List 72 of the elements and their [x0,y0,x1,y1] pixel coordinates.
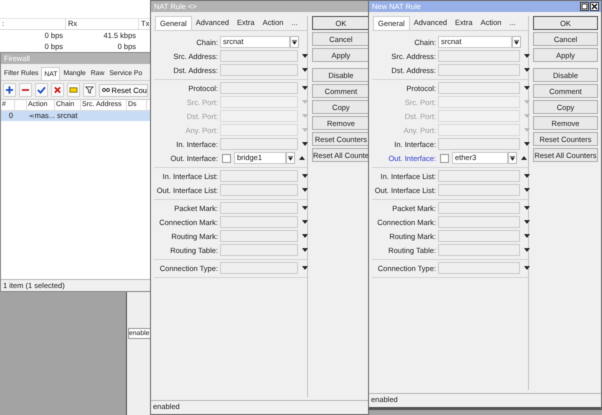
dropdown-arrow-icon[interactable] [302,54,308,58]
up-triangle-icon[interactable] [521,156,527,160]
dropdown-arrow-icon[interactable] [302,188,308,192]
input-field[interactable] [220,64,298,76]
dropdown-arrow-icon[interactable] [302,266,308,270]
filter-icon[interactable] [82,83,96,97]
caret-icon [292,40,297,44]
input-field[interactable] [220,96,298,108]
input-field[interactable] [438,216,520,228]
dropdown-arrow-icon[interactable] [302,206,308,210]
dropdown-arrow-icon[interactable] [302,234,308,238]
input-field[interactable] [438,184,520,196]
input-field[interactable] [438,202,520,214]
input-field[interactable] [220,184,298,196]
dropdown-button[interactable] [290,36,299,48]
counter-icon [102,88,110,92]
input-field[interactable] [220,170,298,182]
dropdown-arrow-icon[interactable] [524,266,530,270]
dropdown-arrow-icon[interactable] [524,54,530,58]
dropdown-arrow-icon[interactable] [524,248,530,252]
caret-icon [510,156,515,160]
input-field[interactable] [438,230,520,242]
remove-icon[interactable] [18,83,32,97]
dropdown-arrow-icon[interactable] [524,206,530,210]
caret-icon [514,40,519,44]
checkbox[interactable] [222,154,231,162]
input-field[interactable] [438,170,520,182]
input-field[interactable] [220,216,298,228]
input-field[interactable] [438,262,520,274]
dropdown-arrow-icon[interactable] [524,68,530,72]
input-field[interactable] [220,110,298,122]
input-field[interactable] [438,244,520,256]
dropdown-arrow-icon[interactable] [302,142,308,146]
dropdown-arrow-icon[interactable] [302,248,308,252]
input-field[interactable] [438,50,520,62]
dropdown-arrow-icon[interactable] [524,174,530,178]
input-field[interactable] [438,82,520,94]
dropdown-arrow-icon[interactable] [302,86,308,90]
input-field[interactable] [438,96,520,108]
input-field[interactable] [438,124,520,136]
caret-icon [288,156,293,160]
input-field[interactable] [438,64,520,76]
dropdown-arrow-icon[interactable] [524,86,530,90]
input-field[interactable] [220,50,298,62]
checkbox[interactable] [440,154,449,162]
input-field[interactable] [220,230,298,242]
input-field[interactable] [220,124,298,136]
maximize-icon[interactable] [580,2,589,11]
input-field[interactable] [220,244,298,256]
dropdown-button[interactable] [286,152,295,164]
dropdown-button[interactable] [512,36,521,48]
dropdown-arrow-icon[interactable] [524,234,530,238]
dropdown-arrow-icon[interactable] [302,68,308,72]
input-field[interactable] [438,110,520,122]
add-icon[interactable] [3,83,16,97]
input-field[interactable] [438,138,520,150]
dropdown-button[interactable] [508,152,517,164]
up-triangle-icon[interactable] [299,156,305,160]
note-icon[interactable] [66,83,80,97]
dropdown-arrow-icon[interactable] [524,142,530,146]
dropdown-arrow-icon[interactable] [302,220,308,224]
dropdown-arrow-icon[interactable] [524,188,530,192]
input-field[interactable] [220,82,298,94]
cross-icon[interactable] [50,83,64,97]
dropdown-arrow-icon[interactable] [524,220,530,224]
input-field[interactable] [220,138,298,150]
input-field[interactable] [220,202,298,214]
dropdown-arrow-icon[interactable] [302,174,308,178]
input-field[interactable] [220,262,298,274]
check-icon[interactable] [34,83,48,97]
arrow-icon [29,113,34,119]
close-icon[interactable] [590,2,599,11]
